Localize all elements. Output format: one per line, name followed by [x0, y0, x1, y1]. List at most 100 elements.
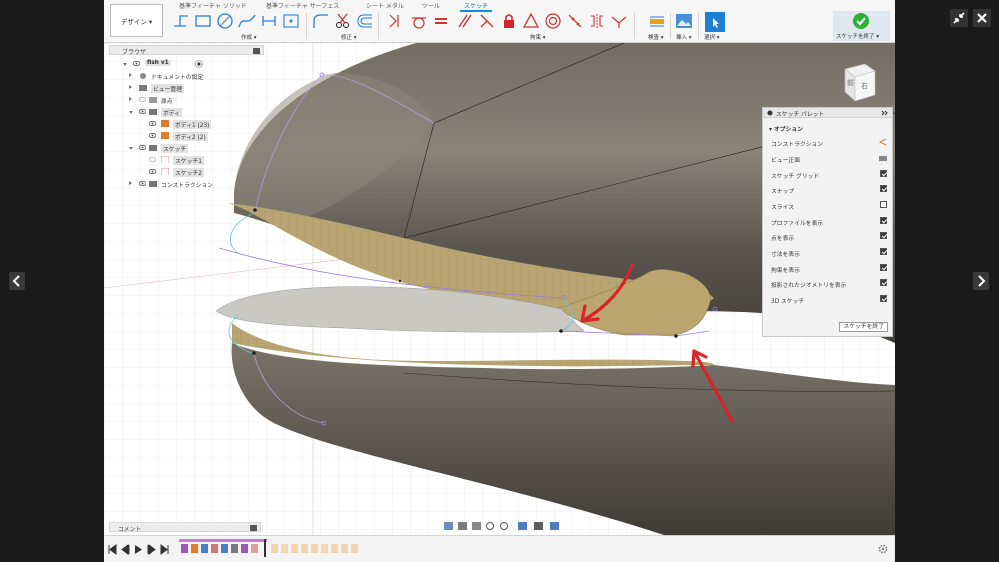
- eye-hidden-icon[interactable]: [149, 157, 156, 162]
- checkbox[interactable]: [880, 185, 887, 192]
- parallel-icon[interactable]: [456, 12, 474, 30]
- comments-panel[interactable]: コメント: [109, 522, 261, 533]
- palette-row-show-projected-geometry[interactable]: 投影されたジオメトリを表示: [771, 279, 889, 289]
- eye-icon[interactable]: [139, 109, 146, 114]
- palette-row-show-constraints[interactable]: 拘束を表示: [771, 264, 889, 274]
- timeline-marker[interactable]: [264, 539, 266, 557]
- expand-arrow-icon[interactable]: [129, 111, 133, 114]
- palette-row-slice[interactable]: スライス: [771, 201, 889, 211]
- workspace-design-button[interactable]: デザイン ▾: [110, 4, 163, 37]
- browser-header[interactable]: ブラウザ: [109, 45, 264, 56]
- expand-arrow-icon[interactable]: [129, 85, 132, 89]
- go-to-end-icon[interactable]: [160, 544, 169, 555]
- construction-icon[interactable]: [879, 138, 887, 146]
- browser-item-sketch2[interactable]: スケッチ2: [144, 167, 264, 177]
- display-mode-icon[interactable]: [518, 522, 527, 530]
- checkbox[interactable]: [880, 217, 887, 224]
- eye-icon[interactable]: [133, 61, 140, 66]
- eye-icon[interactable]: [149, 133, 156, 138]
- trim-tool-icon[interactable]: [334, 12, 352, 30]
- tab-tools[interactable]: ツール: [422, 1, 440, 10]
- insert-image-icon[interactable]: [675, 12, 693, 30]
- palette-row-snap[interactable]: スナップ: [771, 185, 889, 195]
- hand-icon[interactable]: [472, 522, 481, 530]
- point-tool-icon[interactable]: [282, 12, 300, 30]
- palette-row-sketch-grid[interactable]: スケッチ グリッド: [771, 170, 889, 180]
- expand-arrow-icon[interactable]: [129, 73, 132, 77]
- view-cube-right-label[interactable]: 右: [861, 81, 868, 90]
- midpoint-icon[interactable]: [522, 12, 540, 30]
- expand-arrow-icon[interactable]: [129, 147, 133, 150]
- next-image-button[interactable]: [973, 272, 989, 290]
- view-cube-front-label[interactable]: 前: [847, 78, 854, 87]
- previous-image-button[interactable]: [9, 272, 25, 290]
- eye-icon[interactable]: [139, 181, 146, 186]
- browser-item-body1[interactable]: ボディ1 (23): [144, 119, 264, 129]
- checkbox[interactable]: [880, 248, 887, 255]
- create-group-label[interactable]: 作成 ▾: [241, 33, 257, 41]
- browser-item-construction[interactable]: コンストラクション: [129, 179, 259, 189]
- select-group-label[interactable]: 選択 ▾: [704, 33, 720, 41]
- insert-group-label[interactable]: 挿入 ▾: [676, 33, 692, 41]
- panel-collapse-icon[interactable]: [250, 525, 257, 531]
- measure-icon[interactable]: [648, 12, 666, 30]
- rectangle-tool-icon[interactable]: [194, 12, 212, 30]
- browser-item-document-settings[interactable]: ドキュメントの設定: [129, 71, 259, 81]
- orbit-icon[interactable]: [444, 522, 453, 530]
- offset-tool-icon[interactable]: [356, 12, 374, 30]
- perpendicular-icon[interactable]: [478, 12, 496, 30]
- circle-tool-icon[interactable]: [216, 12, 234, 30]
- pan-icon[interactable]: [458, 522, 467, 530]
- lock-icon[interactable]: [500, 12, 518, 30]
- eye-hidden-icon[interactable]: [139, 97, 146, 102]
- constraints-group-label[interactable]: 拘束 ▾: [530, 33, 546, 41]
- tab-solid[interactable]: 基準フィーチャ ソリッド: [179, 1, 247, 10]
- radio-icon[interactable]: [195, 60, 203, 68]
- double-chevron-icon[interactable]: [881, 110, 889, 116]
- checkbox[interactable]: [880, 201, 887, 208]
- minimize-button[interactable]: [950, 9, 968, 27]
- eye-icon[interactable]: [139, 145, 146, 150]
- curvature-icon[interactable]: [610, 12, 628, 30]
- spline-tool-icon[interactable]: [238, 12, 256, 30]
- palette-row-look-at[interactable]: ビュー正面: [771, 154, 889, 164]
- tab-sheet-metal[interactable]: シート メタル: [366, 1, 404, 10]
- view-cube[interactable]: 前 右: [844, 63, 876, 102]
- modify-group-label[interactable]: 修正 ▾: [341, 33, 357, 41]
- palette-finish-sketch-button[interactable]: スケッチを終了: [839, 322, 888, 332]
- look-at-icon[interactable]: [879, 154, 887, 162]
- inspect-group-label[interactable]: 検査 ▾: [648, 33, 664, 41]
- coincident-icon[interactable]: [386, 12, 404, 30]
- pin-icon[interactable]: [767, 110, 773, 116]
- slot-tool-icon[interactable]: [260, 12, 278, 30]
- symmetry-icon[interactable]: [588, 12, 606, 30]
- equal-icon[interactable]: [432, 12, 450, 30]
- step-forward-icon[interactable]: [147, 544, 156, 555]
- fillet-tool-icon[interactable]: [312, 12, 330, 30]
- checkbox[interactable]: [880, 295, 887, 302]
- select-icon[interactable]: [705, 12, 725, 32]
- palette-row-show-points[interactable]: 点を表示: [771, 232, 889, 242]
- close-button[interactable]: [973, 9, 991, 27]
- checkbox[interactable]: [880, 279, 887, 286]
- checkbox[interactable]: [880, 170, 887, 177]
- eye-icon[interactable]: [149, 121, 156, 126]
- checkbox[interactable]: [880, 264, 887, 271]
- browser-item-bodies[interactable]: ボディ: [129, 107, 259, 117]
- browser-item-sketches[interactable]: スケッチ: [129, 143, 259, 153]
- tab-surface[interactable]: 基準フィーチャ サーフェス: [266, 1, 339, 10]
- panel-collapse-icon[interactable]: [253, 48, 260, 54]
- browser-item-body2[interactable]: ボディ2 (2): [144, 131, 264, 141]
- palette-row-construction[interactable]: コンストラクション: [771, 138, 889, 148]
- go-to-start-icon[interactable]: [108, 544, 117, 555]
- palette-row-3d-sketch[interactable]: 3D スケッチ: [771, 295, 889, 305]
- finish-sketch-button[interactable]: スケッチを終了 ▾: [833, 11, 890, 41]
- expand-arrow-icon[interactable]: [129, 181, 132, 185]
- browser-item-view-manager[interactable]: ビュー管理: [129, 83, 259, 93]
- palette-row-show-dimensions[interactable]: 寸法を表示: [771, 248, 889, 258]
- timeline-settings-gear-icon[interactable]: [878, 544, 888, 554]
- sketch-palette-header[interactable]: スケッチ パレット: [763, 108, 892, 118]
- play-icon[interactable]: [135, 545, 142, 554]
- browser-item-root[interactable]: fish v1: [123, 59, 263, 69]
- options-section-header[interactable]: ▾ オプション: [769, 124, 803, 133]
